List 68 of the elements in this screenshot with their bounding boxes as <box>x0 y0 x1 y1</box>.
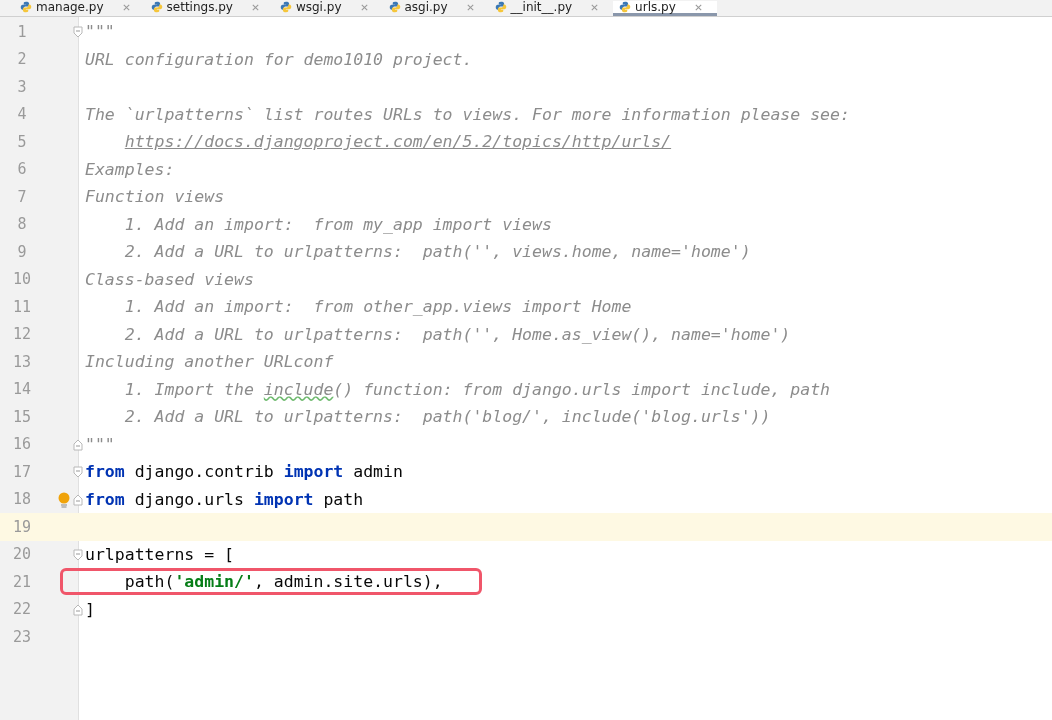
code-line: 2. Add a URL to urlpatterns: path('blog/', include('blog.urls')) <box>123 407 771 427</box>
close-icon[interactable] <box>590 2 600 12</box>
code-line: 1. Add an import: from other_app.views import Home <box>123 297 632 317</box>
fold-marker-icon[interactable] <box>73 438 83 451</box>
code-line: Function views <box>85 187 225 207</box>
line-number: 9 <box>16 242 28 261</box>
python-file-icon <box>619 1 632 13</box>
code-line: https://docs.djangoproject.com/en/5.2/topics/http/urls/ <box>124 132 672 152</box>
code-line: URL configuration for demo1010 project. <box>85 49 473 69</box>
line-number: 17 <box>11 462 33 481</box>
line-number: 15 <box>11 407 33 426</box>
file-tab[interactable]: __init__.py <box>488 1 614 16</box>
code-line: 2. Add a URL to urlpatterns: path('', views.home, name='home') <box>123 242 751 262</box>
python-file-icon <box>20 1 32 13</box>
line-number: 11 <box>11 297 33 316</box>
code-line: """ <box>85 434 115 454</box>
line-number: 10 <box>11 270 33 289</box>
line-number: 22 <box>11 600 33 619</box>
code-line: from django.contrib import admin <box>85 462 403 482</box>
close-icon[interactable] <box>250 2 260 12</box>
code-line: Including another URLconf <box>85 352 334 372</box>
line-number: 2 <box>16 50 28 69</box>
file-tab[interactable]: asgi.py <box>382 1 489 16</box>
line-number: 12 <box>11 325 33 344</box>
code-line: path('admin/', admin.site.urls), <box>63 571 479 593</box>
line-number: 8 <box>16 215 28 234</box>
python-file-icon <box>494 1 507 13</box>
line-number: 18 <box>11 490 33 509</box>
code-line: ] <box>85 599 95 619</box>
line-number: 1 <box>16 22 28 41</box>
code-line: Class-based views <box>85 269 254 289</box>
fold-marker-icon[interactable] <box>73 466 83 478</box>
line-number: 21 <box>11 572 33 591</box>
code-line: """ <box>85 22 115 42</box>
file-tab[interactable]: settings.py <box>144 1 274 16</box>
line-number: 23 <box>11 627 33 646</box>
line-number: 4 <box>16 105 28 124</box>
close-icon[interactable] <box>465 2 475 12</box>
line-number: 19 <box>11 517 33 536</box>
close-icon[interactable] <box>359 2 369 12</box>
close-icon[interactable] <box>693 2 703 12</box>
code-line: 2. Add a URL to urlpatterns: path('', Home.as_view(), name='home') <box>123 324 791 344</box>
fold-marker-icon[interactable] <box>73 26 83 38</box>
lightbulb-icon[interactable] <box>58 491 70 508</box>
line-number: 20 <box>11 545 33 564</box>
python-file-icon <box>388 1 401 13</box>
code-line: 1. Import the include() function: from django.urls import include, path <box>123 379 831 399</box>
close-icon[interactable] <box>121 2 131 12</box>
file-tab[interactable]: manage.py <box>14 1 145 16</box>
line-number: 7 <box>16 187 28 206</box>
code-line: The `urlpatterns` list routes URLs to views. For more information please see: <box>85 104 850 124</box>
python-file-icon <box>279 1 292 13</box>
line-number: 13 <box>11 352 33 371</box>
python-file-icon <box>150 1 163 13</box>
code-line: from django.urls import path <box>85 489 364 509</box>
line-number: 5 <box>16 132 28 151</box>
file-tab[interactable]: urls.py <box>613 1 717 16</box>
line-number: 16 <box>11 435 33 454</box>
file-tab[interactable]: wsgi.py <box>273 1 383 16</box>
line-number: 14 <box>11 380 33 399</box>
fold-marker-icon[interactable] <box>73 603 83 616</box>
code-line: urlpatterns = [ <box>85 544 234 564</box>
fold-marker-icon[interactable] <box>73 548 83 561</box>
code-line: 1. Add an import: from my_app import views <box>123 214 552 234</box>
fold-marker-icon[interactable] <box>73 493 83 506</box>
code-line: Examples: <box>85 159 175 179</box>
line-number: 3 <box>16 77 28 96</box>
line-number: 6 <box>16 160 28 179</box>
